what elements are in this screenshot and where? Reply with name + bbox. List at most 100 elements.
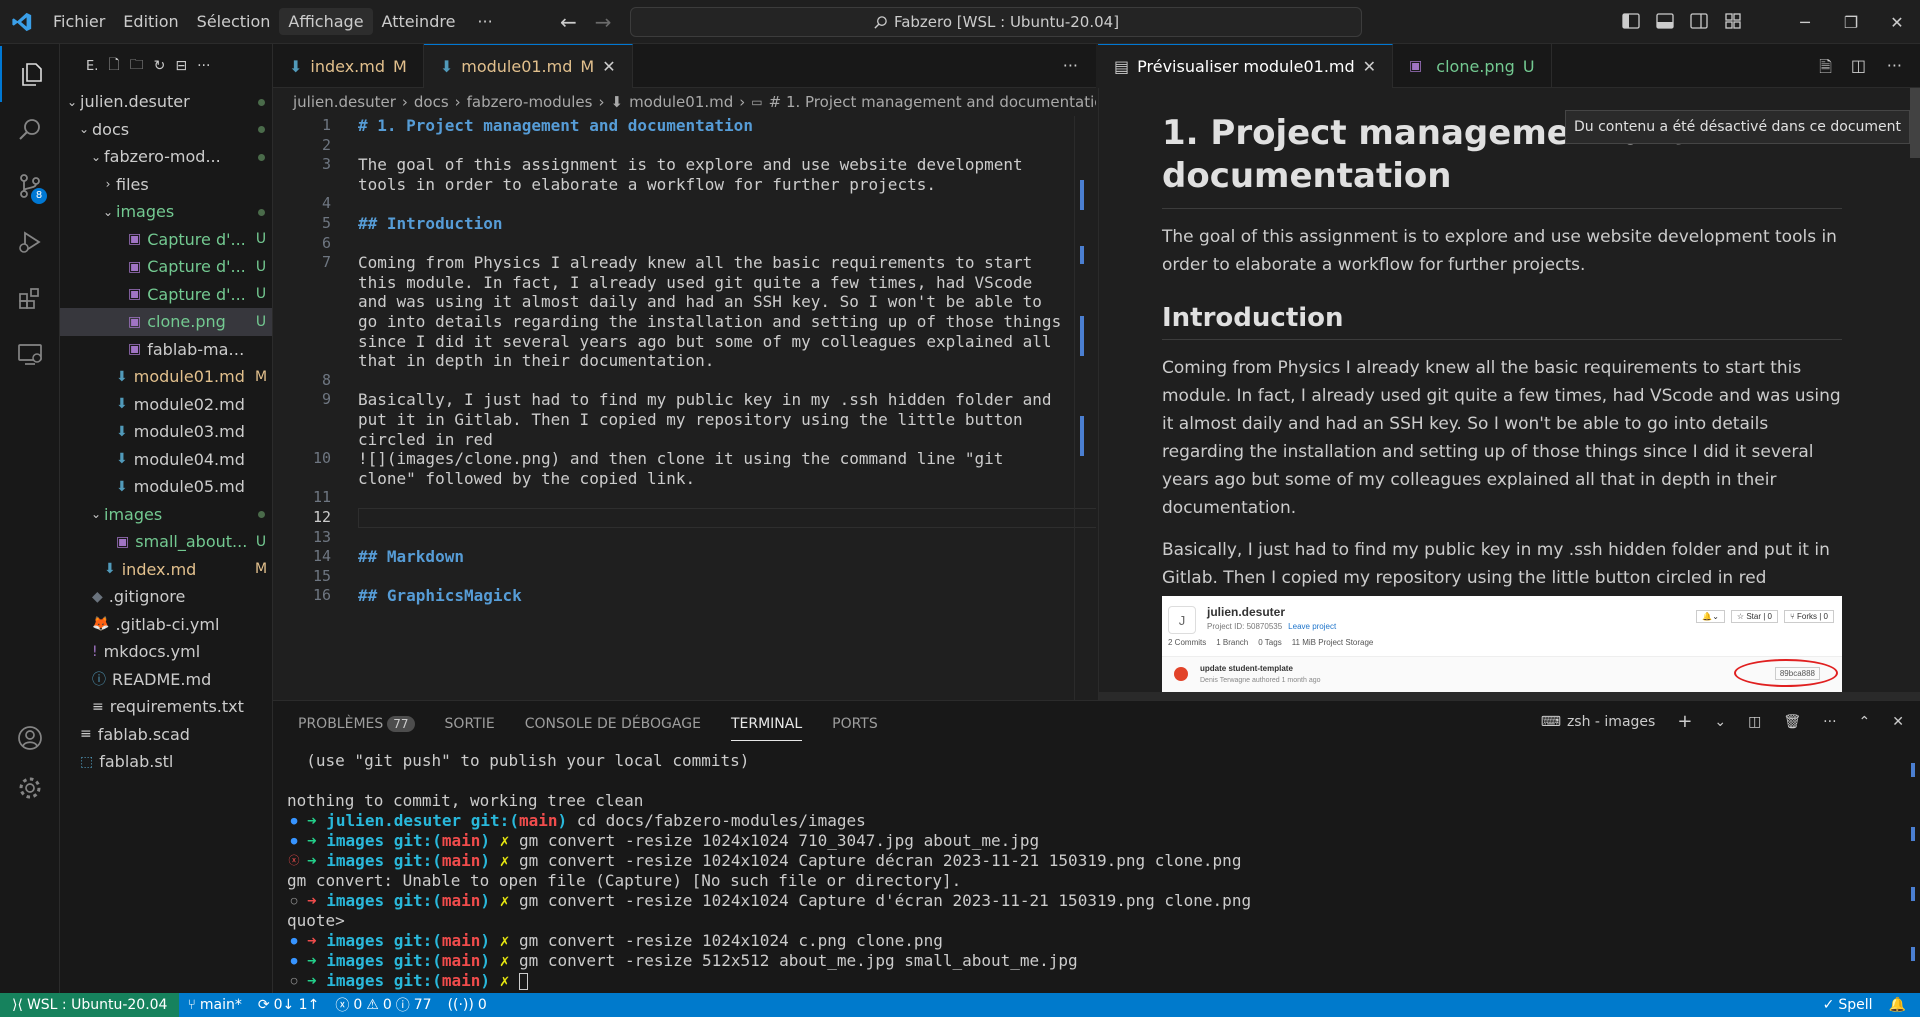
gitlab-file-icon: 🦊 xyxy=(92,616,110,633)
tree-item[interactable]: ⬇ module05.md xyxy=(60,473,272,501)
tree-item[interactable]: ! mkdocs.yml xyxy=(60,638,272,666)
tree-item[interactable]: ⬚ fablab.stl xyxy=(60,748,272,776)
manage-activity[interactable] xyxy=(0,760,60,816)
tree-item[interactable]: ▣ fablab-machine... xyxy=(60,336,272,364)
tree-item[interactable]: ⬇ module01.md M xyxy=(60,363,272,391)
tree-item[interactable]: ▣ small_about... U xyxy=(60,528,272,556)
remote-explorer-activity[interactable] xyxy=(0,326,60,382)
breadcrumb-item[interactable]: module01.md xyxy=(629,93,733,111)
tree-item[interactable]: › files xyxy=(60,171,272,199)
forward-arrow-icon[interactable]: → xyxy=(595,10,612,34)
branch-indicator[interactable]: ⑂ main* xyxy=(179,997,249,1013)
menu-item[interactable]: Atteindre xyxy=(373,8,465,35)
tree-item[interactable]: ≡ requirements.txt xyxy=(60,693,272,721)
split-terminal-icon[interactable]: ◫ xyxy=(1748,714,1761,730)
minimize-icon[interactable]: ─ xyxy=(1782,13,1828,32)
breadcrumb-item[interactable]: docs xyxy=(414,93,449,111)
menu-item[interactable]: Sélection xyxy=(188,8,280,35)
terminal-scrollbar[interactable] xyxy=(1906,747,1920,994)
tree-item[interactable]: 🦊 .gitlab-ci.yml xyxy=(60,611,272,639)
open-source-icon[interactable]: 🗎 xyxy=(1819,56,1832,83)
minimap-scrollbar[interactable] xyxy=(1074,116,1088,700)
notifications-indicator[interactable]: 🔔 xyxy=(1881,997,1920,1013)
ports-indicator[interactable]: ((·)) 0 xyxy=(440,997,495,1013)
tree-item[interactable]: ⌄ docs xyxy=(60,116,272,144)
source-control-activity[interactable]: 8 xyxy=(0,158,60,214)
run-debug-activity[interactable] xyxy=(0,214,60,270)
code-text[interactable]: # 1. Project management and documentatio… xyxy=(358,116,1096,606)
explorer-activity[interactable] xyxy=(0,46,60,102)
tree-item-label: small_about... xyxy=(135,532,248,552)
back-arrow-icon[interactable]: ← xyxy=(560,10,577,34)
spell-indicator[interactable]: ✓ Spell xyxy=(1815,997,1881,1013)
preview-scrollbar[interactable] xyxy=(1908,88,1920,700)
tree-item[interactable]: ≡ fablab.scad xyxy=(60,721,272,749)
toggle-panel-icon[interactable] xyxy=(1656,12,1674,30)
tab-index-md[interactable]: ⬇ index.md M xyxy=(273,44,424,88)
tab-module01-md[interactable]: ⬇ module01.md M ✕ xyxy=(423,44,633,88)
menu-item[interactable]: Fichier xyxy=(44,8,114,35)
menu-item[interactable]: Affichage xyxy=(279,8,373,35)
sync-indicator[interactable]: ⟳ 0↓ 1↑ xyxy=(250,997,327,1013)
extensions-activity[interactable] xyxy=(0,270,60,326)
tree-item[interactable]: ⓘ README.md xyxy=(60,666,272,694)
tree-item[interactable]: ▣ clone.png U xyxy=(60,308,272,336)
menu-item[interactable]: Edition xyxy=(114,8,187,35)
tab-clone-png[interactable]: ▣ clone.png U xyxy=(1393,44,1552,88)
tree-item[interactable]: ◆ .gitignore xyxy=(60,583,272,611)
refresh-icon[interactable]: ↻ xyxy=(154,58,166,74)
menu-more-button[interactable]: ··· xyxy=(468,8,501,35)
accounts-activity[interactable] xyxy=(0,710,60,766)
close-panel-icon[interactable]: ✕ xyxy=(1892,714,1904,730)
restore-icon[interactable]: ❐ xyxy=(1828,13,1874,32)
terminal-output[interactable]: (use "git push" to publish your local co… xyxy=(287,751,1887,991)
code-editor[interactable]: 1 2 3 4 5 6 7 8 9 10 11 12 13 14 15 16 # 1. Project man… xyxy=(273,116,1096,700)
maximize-panel-icon[interactable]: ⌃ xyxy=(1859,714,1871,730)
toggle-sidebar-icon[interactable] xyxy=(1622,12,1640,30)
split-editor-icon[interactable]: ◫ xyxy=(1851,56,1866,75)
panel-more-icon[interactable]: ··· xyxy=(1823,714,1836,730)
tree-item[interactable]: ⬇ module04.md xyxy=(60,446,272,474)
tree-item[interactable]: ▣ Capture d'... U xyxy=(60,253,272,281)
tree-item[interactable]: ⌄ fabzero-mod... xyxy=(60,143,272,171)
tab-problems[interactable]: PROBLÈMES 77 xyxy=(298,716,415,732)
tab-ports[interactable]: PORTS xyxy=(832,716,878,732)
breadcrumb-item[interactable]: julien.desuter xyxy=(293,93,396,111)
tree-item[interactable]: ⬇ module02.md xyxy=(60,391,272,419)
tree-item[interactable]: ▣ Capture d'... U xyxy=(60,226,272,254)
problems-indicator[interactable]: ⓧ 0 ⚠ 0 ⓘ 77 xyxy=(327,995,439,1015)
tree-item[interactable]: ⌄ images xyxy=(60,198,272,226)
tree-item[interactable]: ⬇ module03.md xyxy=(60,418,272,446)
tree-item[interactable]: ⌄ julien.desuter xyxy=(60,88,272,116)
tree-item[interactable]: ▣ Capture d'... U xyxy=(60,281,272,309)
new-folder-icon[interactable]: 🗀 xyxy=(130,54,144,78)
chevron-down-icon[interactable]: ⌄ xyxy=(1714,714,1726,730)
tab-output[interactable]: SORTIE xyxy=(445,716,495,732)
customize-layout-icon[interactable] xyxy=(1724,12,1742,30)
remote-indicator[interactable]: ⟩⟨ WSL : Ubuntu-20.04 xyxy=(0,993,180,1017)
close-window-icon[interactable]: ✕ xyxy=(1874,13,1920,32)
trash-icon[interactable]: 🗑 xyxy=(1783,714,1801,730)
command-center-search[interactable]: Fabzero [WSL : Ubuntu-20.04] xyxy=(630,7,1362,37)
tree-item[interactable]: ⌄ images xyxy=(60,501,272,529)
tab-preview-module01[interactable]: ▤ Prévisualiser module01.md ✕ xyxy=(1098,44,1394,88)
preview-h-scrollbar[interactable] xyxy=(1099,692,1920,700)
search-activity[interactable] xyxy=(0,102,60,158)
close-icon[interactable]: ✕ xyxy=(1363,57,1376,76)
new-file-icon[interactable]: 🗋 xyxy=(108,54,119,78)
preview-more-actions-icon[interactable]: ··· xyxy=(1887,56,1902,75)
tree-item[interactable]: ⬇ index.md M xyxy=(60,556,272,584)
breadcrumb-item[interactable]: fabzero-modules xyxy=(467,93,593,111)
breadcrumb-item[interactable]: # 1. Project management and documentatio… xyxy=(769,93,1096,111)
terminal-selector[interactable]: ⌨ zsh - images xyxy=(1541,714,1656,730)
close-icon[interactable]: ✕ xyxy=(602,57,615,76)
new-terminal-icon[interactable]: + xyxy=(1677,711,1692,732)
content-disabled-tooltip[interactable]: Du contenu a été désactivé dans ce docum… xyxy=(1565,110,1911,144)
editor-more-actions-icon[interactable]: ··· xyxy=(1063,56,1078,75)
toggle-secondary-sidebar-icon[interactable] xyxy=(1690,12,1708,30)
tab-debug-console[interactable]: CONSOLE DE DÉBOGAGE xyxy=(525,716,701,732)
more-actions-icon[interactable]: ··· xyxy=(197,58,210,74)
collapse-all-icon[interactable]: ⊟ xyxy=(175,58,187,74)
tab-terminal[interactable]: TERMINAL xyxy=(730,716,803,741)
